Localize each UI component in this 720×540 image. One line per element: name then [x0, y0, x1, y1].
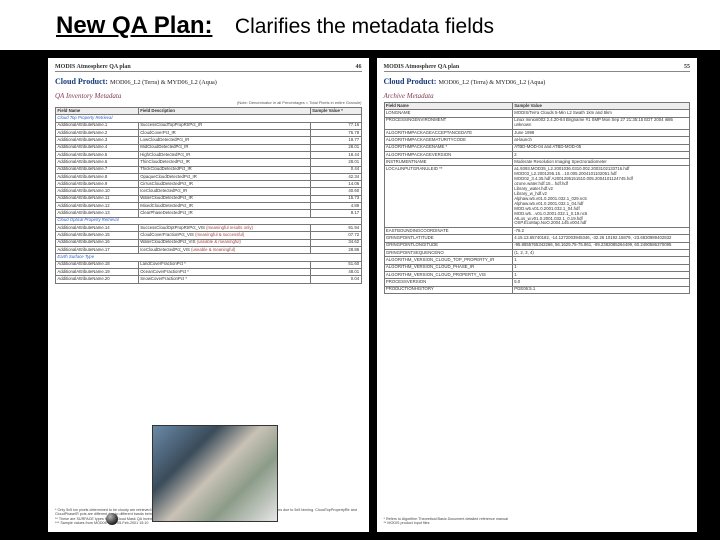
page-right-product: Cloud Product:	[384, 77, 437, 86]
page-left-note: (Note: Denominator in all Percentages = …	[55, 100, 362, 105]
page-bullet-icon	[106, 513, 118, 525]
slide-title: New QA Plan:	[56, 12, 212, 40]
page-left-header: MODIS Atmosphere QA plan	[55, 64, 131, 70]
page-left-number: 46	[356, 64, 362, 70]
page-left-product: Cloud Product:	[55, 77, 108, 86]
pages-container: MODIS Atmosphere QA plan 46 Cloud Produc…	[48, 58, 697, 532]
page-left-section: QA Inventory Metadata	[55, 92, 362, 100]
page-right-number: 55	[684, 64, 690, 70]
slide-subtitle: Clarifies the metadata fields	[235, 15, 494, 39]
page-right: MODIS Atmosphere QA plan 55 Cloud Produc…	[377, 58, 698, 532]
archive-metadata-table: Field Name Sample Value LONGNAMEMODIS/Te…	[384, 102, 691, 294]
satellite-thumbnail	[153, 426, 277, 521]
page-right-product-sub: MOD06_L2 (Terra) & MYD06_L2 (Aqua)	[438, 79, 545, 86]
page-left: MODIS Atmosphere QA plan 46 Cloud Produc…	[48, 58, 369, 532]
page-right-header: MODIS Atmosphere QA plan	[384, 64, 460, 70]
page-right-footnotes: * Refers to Algorithm Theoretical Basis …	[384, 517, 691, 526]
page-left-product-sub: MOD06_L2 (Terra) & MYD06_L2 (Aqua)	[110, 79, 217, 86]
qa-metadata-table: Field Name Field Description Sample Valu…	[55, 107, 362, 284]
page-right-section: Archive Metadata	[384, 92, 691, 100]
